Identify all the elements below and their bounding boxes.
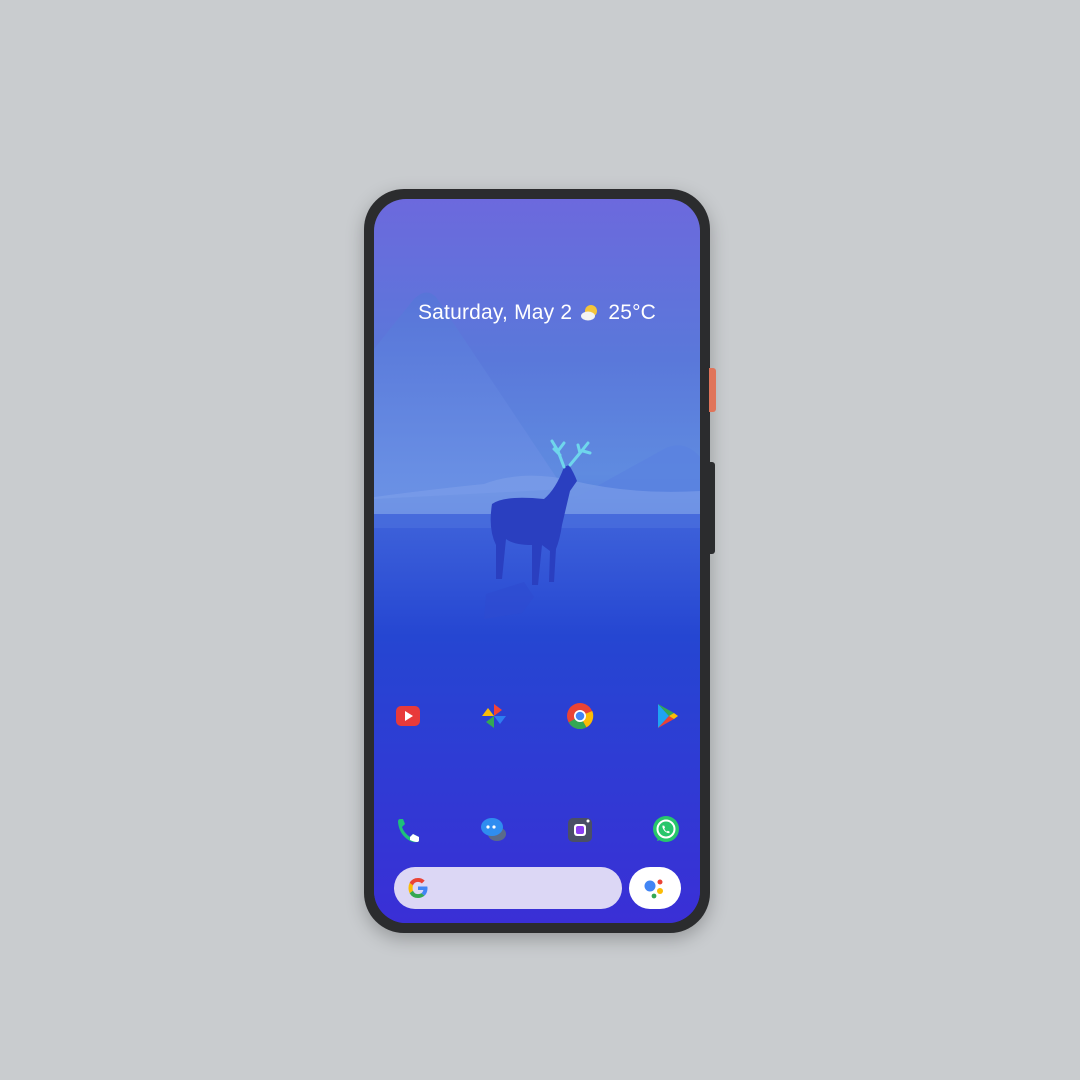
phone-frame: Saturday, May 2 25°C [364, 189, 710, 933]
play-store-icon [658, 704, 678, 728]
youtube-icon [396, 706, 420, 726]
camera-icon [568, 818, 592, 842]
play-store-app-icon[interactable] [649, 699, 683, 733]
temperature-label: 25°C [608, 301, 657, 324]
phone-app-icon[interactable] [391, 813, 425, 847]
messages-app-icon[interactable] [477, 813, 511, 847]
power-button [709, 368, 716, 412]
whatsapp-app-icon[interactable] [649, 813, 683, 847]
partly-sunny-icon [580, 303, 600, 323]
home-screen: Saturday, May 2 25°C [374, 199, 700, 923]
google-g-icon [408, 878, 428, 898]
date-label: Saturday, May 2 [417, 301, 573, 324]
chrome-app-icon[interactable] [563, 699, 597, 733]
assistant-icon [644, 879, 663, 899]
volume-button [709, 462, 715, 554]
assistant-button[interactable] [629, 867, 681, 909]
youtube-app-icon[interactable] [391, 699, 425, 733]
chrome-icon [567, 703, 594, 730]
pinwheel-icon [482, 704, 506, 728]
camera-app-icon[interactable] [563, 813, 597, 847]
google-search-bar[interactable] [394, 867, 622, 909]
date-weather-widget[interactable]: Saturday, May 2 25°C [374, 301, 700, 325]
pinwheel-app-icon[interactable] [477, 699, 511, 733]
whatsapp-icon [653, 816, 679, 842]
phone-icon [398, 819, 419, 843]
messages-icon [481, 818, 506, 841]
